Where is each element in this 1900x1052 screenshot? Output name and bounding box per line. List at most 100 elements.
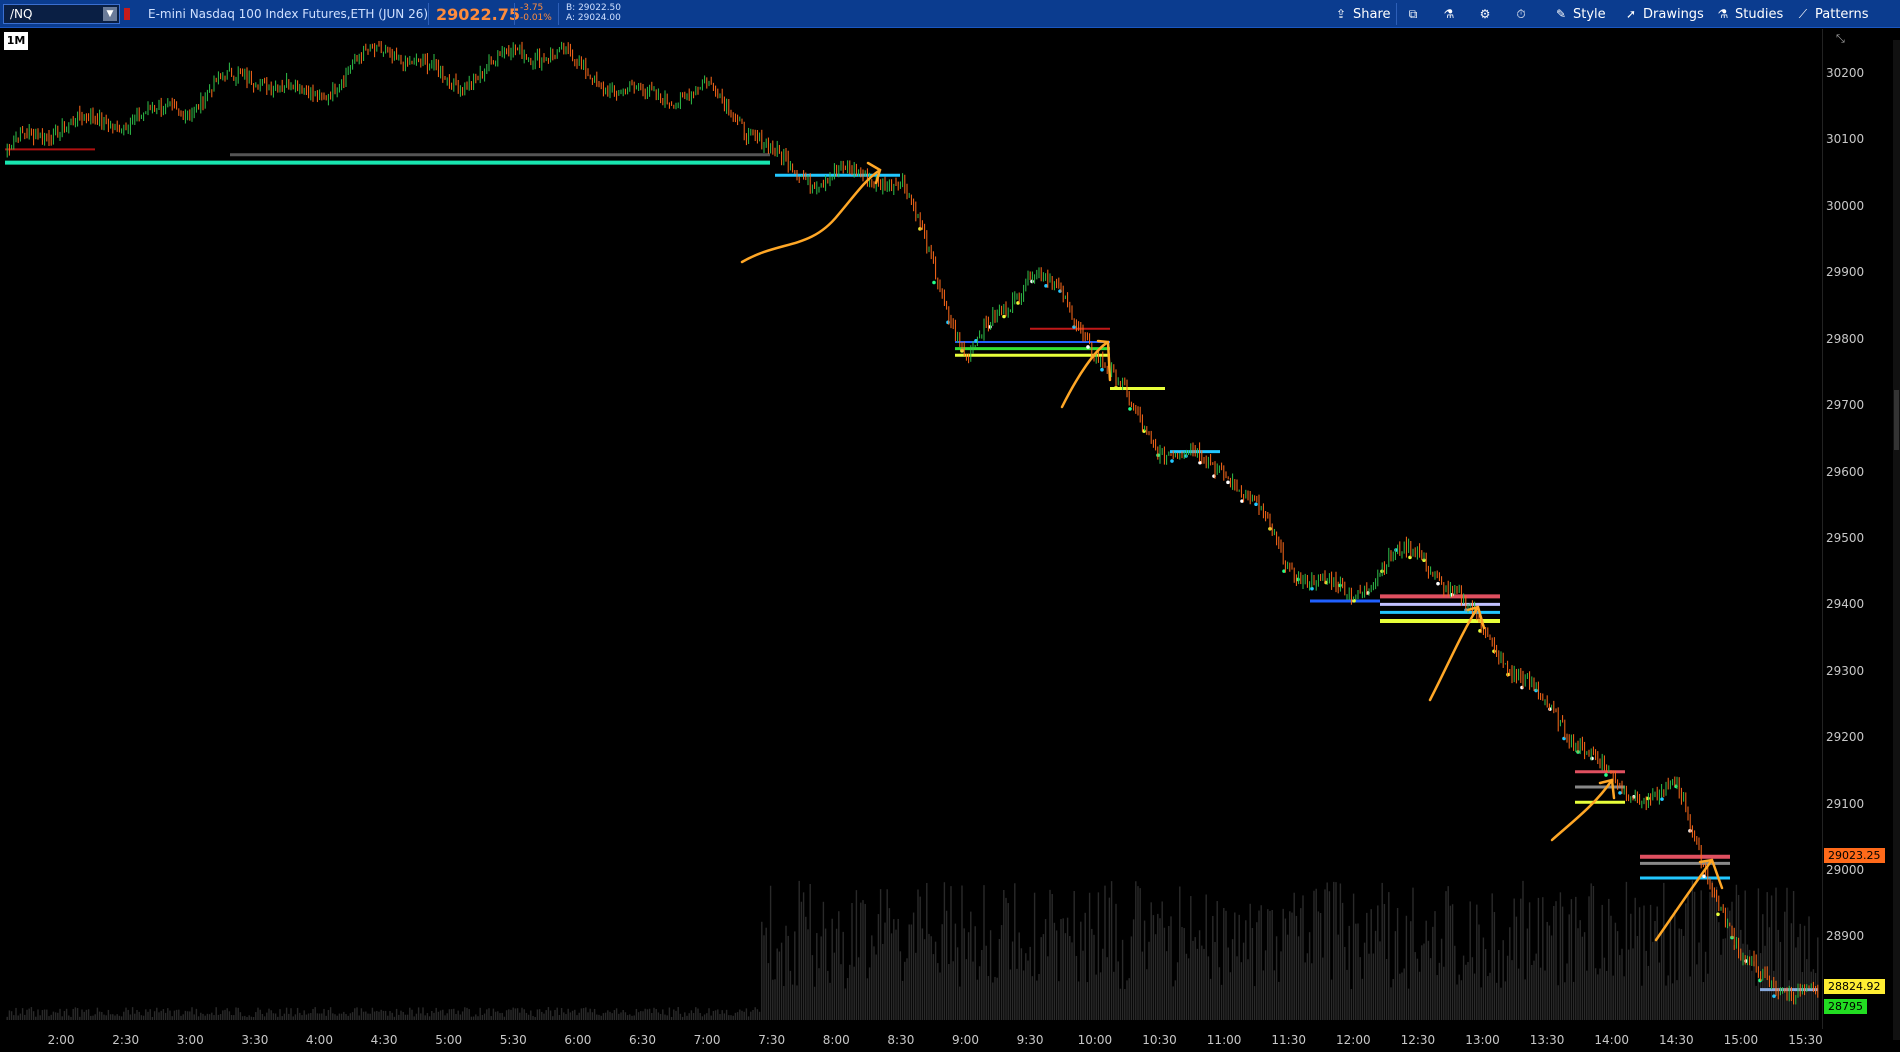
time-axis-label: 7:00 [693, 1033, 721, 1047]
cursor-icon: ➚ [1625, 7, 1637, 21]
time-axis-label: 3:00 [176, 1033, 204, 1047]
signal-dot [1716, 912, 1720, 917]
time-axis-label: 15:00 [1723, 1033, 1759, 1047]
time-axis-label: 2:30 [112, 1033, 140, 1047]
time-axis-label: 7:30 [758, 1033, 786, 1047]
last-price: 29022.75 [436, 5, 521, 24]
time-axis-label: 13:30 [1529, 1033, 1565, 1047]
price-axis-label: 29300 [1826, 663, 1865, 678]
patterns-icon: ⟋ [1798, 7, 1808, 21]
time-axis-label: 11:00 [1206, 1033, 1242, 1047]
chart-area[interactable] [0, 29, 1900, 1052]
signal-dot [1002, 314, 1006, 319]
scrollbar[interactable] [1893, 40, 1900, 1040]
time-axis-label: 12:00 [1336, 1033, 1371, 1047]
instrument-description: E-mini Nasdaq 100 Index Futures,ETH (JUN… [148, 7, 429, 21]
divider [1396, 3, 1397, 25]
price-axis-label: 29000 [1826, 863, 1865, 878]
time-axis-label: 8:30 [887, 1033, 915, 1047]
flask-icon: ⚗ [1443, 7, 1455, 21]
price-axis-label: 29200 [1826, 730, 1865, 745]
style-label: Style [1573, 7, 1606, 22]
signal-dot [932, 280, 936, 285]
signal-dot [1436, 581, 1440, 586]
price-axis-label: 29100 [1826, 796, 1865, 811]
flask-button[interactable]: ⚗ [1442, 4, 1461, 24]
signal-dot [1604, 773, 1608, 777]
price-axis-label: 30200 [1826, 66, 1865, 80]
price-axis-label: 28900 [1826, 929, 1865, 944]
signal-dot [1086, 345, 1090, 349]
bid-ask: B: 29022.50 A: 29024.00 [566, 3, 621, 23]
time-axis-label: 10:30 [1142, 1033, 1177, 1047]
price-axis-label: 29600 [1826, 464, 1865, 479]
price-axis-label: 29800 [1826, 331, 1865, 346]
time-axis-label: 13:00 [1465, 1033, 1500, 1047]
time-axis-label: 5:00 [435, 1033, 463, 1047]
percent-change: -0.01% [520, 13, 552, 23]
timeframe-button[interactable]: ⏱ [1514, 4, 1533, 24]
signal-dot [1758, 978, 1762, 983]
signal-dot [1254, 502, 1258, 507]
signal-dot [1226, 480, 1230, 485]
signal-dot [1660, 797, 1664, 801]
time-axis-label: 6:30 [629, 1033, 656, 1047]
signal-dot [1100, 367, 1104, 372]
level-tag-green: 28795 [1824, 999, 1867, 1015]
annotation-arrow [1060, 339, 1112, 409]
signal-dot [1128, 407, 1132, 411]
price-axis-label: 30000 [1826, 198, 1865, 213]
time-axis-label: 8:00 [822, 1033, 850, 1047]
time-axis-label: 9:00 [952, 1033, 979, 1047]
time-axis-label: 14:30 [1659, 1033, 1694, 1047]
style-button[interactable]: ✎ Style [1554, 4, 1606, 24]
patterns-button[interactable]: ⟋ Patterns [1796, 4, 1869, 24]
studies-button[interactable]: ⚗ Studies [1716, 4, 1784, 24]
detach-button[interactable]: ⧉ [1406, 4, 1425, 24]
symbol-input[interactable]: /NQ ▼ [3, 4, 120, 24]
time-axis-label: 11:30 [1271, 1033, 1306, 1047]
scroll-thumb[interactable] [1894, 390, 1899, 450]
signal-dot [1170, 459, 1174, 463]
signal-dot [1772, 994, 1776, 998]
time-axis-label: 9:30 [1016, 1033, 1044, 1047]
chevron-down-icon[interactable]: ▼ [103, 7, 117, 21]
share-label: Share [1353, 7, 1391, 22]
divider [558, 3, 559, 25]
signal-dot [1618, 791, 1622, 795]
flag-icon[interactable] [124, 8, 130, 20]
axis-settings-icon[interactable]: ⤡ [1836, 32, 1845, 46]
time-axis-label: 3:30 [241, 1033, 269, 1047]
divider [514, 3, 515, 25]
ask-price: A: 29024.00 [566, 13, 621, 23]
price-chart[interactable] [0, 29, 1900, 1052]
share-button[interactable]: ⇪ Share [1334, 4, 1391, 24]
price-axis-label: 30100 [1826, 132, 1865, 147]
time-axis-label: 15:30 [1788, 1033, 1823, 1047]
drawings-button[interactable]: ➚ Drawings [1624, 4, 1704, 24]
divider [428, 3, 429, 25]
timeframe-badge[interactable]: 1M [4, 32, 28, 50]
time-axis-label: 4:30 [370, 1033, 398, 1047]
window-icon: ⧉ [1408, 7, 1418, 21]
chart-toolbar: /NQ ▼ E-mini Nasdaq 100 Index Futures,ET… [0, 0, 1900, 28]
patterns-label: Patterns [1815, 7, 1869, 22]
time-axis-label: 10:00 [1077, 1033, 1113, 1047]
gear-icon: ⚙ [1479, 7, 1491, 21]
price-axis-label: 29700 [1826, 398, 1865, 413]
time-axis-label: 4:00 [306, 1033, 333, 1047]
settings-button[interactable]: ⚙ [1478, 4, 1497, 24]
bid-price: B: 29022.50 [566, 3, 622, 13]
flask-icon: ⚗ [1717, 7, 1729, 21]
last-price-tag: 29023.25 [1824, 847, 1885, 863]
time-axis-label: 14:00 [1594, 1033, 1629, 1047]
drawings-label: Drawings [1643, 7, 1704, 22]
time-axis-label: 5:30 [499, 1033, 527, 1047]
price-change: -3.75 -0.01% [520, 3, 552, 23]
signal-dot [1044, 284, 1048, 288]
share-icon: ⇪ [1335, 7, 1347, 21]
price-axis-label: 29400 [1826, 597, 1865, 612]
style-icon: ✎ [1555, 7, 1567, 21]
price-axis-divider [1822, 29, 1823, 1029]
symbol-text: /NQ [10, 7, 33, 21]
